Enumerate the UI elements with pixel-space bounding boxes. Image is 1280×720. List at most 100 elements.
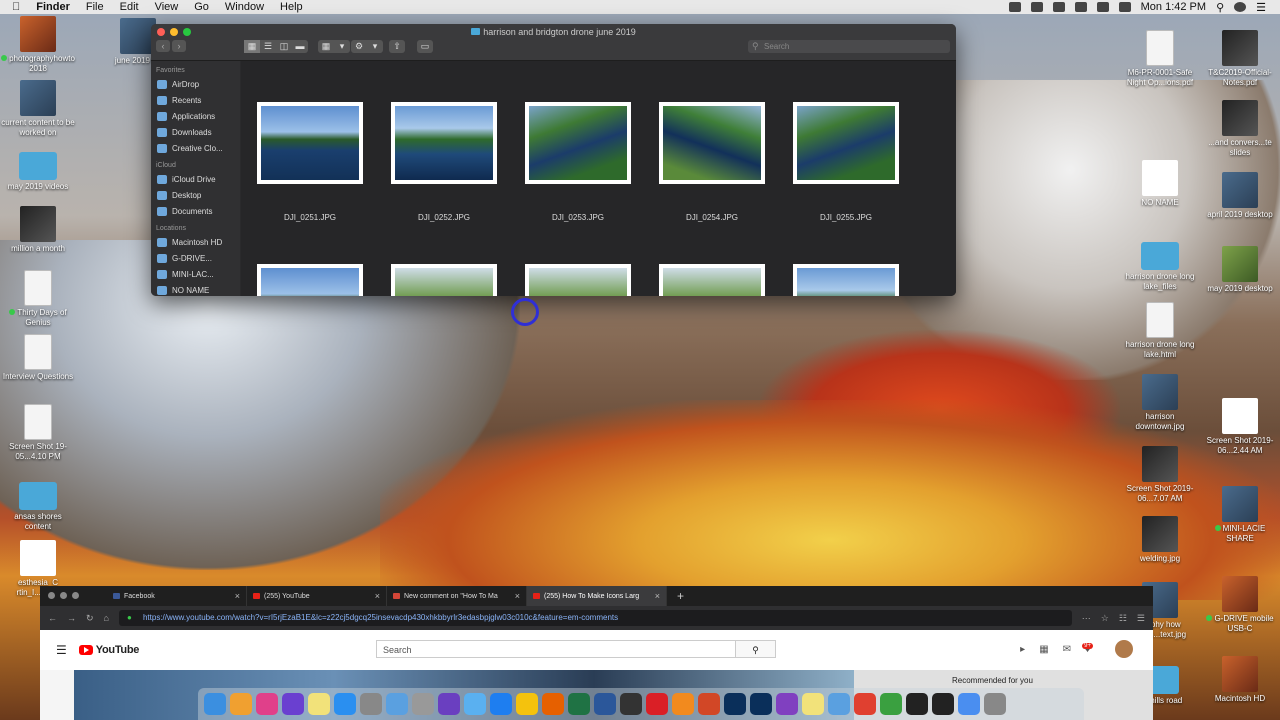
file-item[interactable] (525, 264, 631, 296)
desktop-icon[interactable]: harrison drone long lake_files (1122, 236, 1198, 292)
new-tab-button[interactable]: + (667, 586, 694, 606)
apps-grid-icon[interactable]: ▦ (1039, 644, 1048, 655)
file-item[interactable]: DJI_0252.JPG (391, 102, 497, 222)
desktop-icon[interactable]: ...and convers...te slides (1202, 100, 1278, 158)
dock-app-photoshop-icon[interactable] (750, 693, 772, 715)
sidebar-item-location-0[interactable]: Macintosh HD (151, 234, 240, 250)
desktop-icon[interactable]: current content to be worked on (0, 80, 76, 138)
desktop-icon[interactable]: million a month (0, 206, 76, 254)
dock-app-firefox-icon[interactable] (542, 693, 564, 715)
dock-app-preview-icon[interactable] (828, 693, 850, 715)
browser-tab[interactable]: (255) YouTube × (247, 586, 387, 606)
desktop-icon[interactable]: MINI-LACIE SHARE (1202, 486, 1278, 544)
menu-view[interactable]: View (147, 1, 187, 13)
apple-menu-icon[interactable]:  (0, 1, 28, 13)
desktop-icon[interactable]: ansas shores content (0, 476, 76, 532)
dock-app-imovie-icon[interactable] (438, 693, 460, 715)
volume-tray-icon[interactable] (1096, 2, 1109, 12)
avatar[interactable] (1115, 640, 1133, 658)
desktop-icon[interactable]: Screen Shot 19-05...4.10 PM (0, 404, 76, 462)
sidebar-item-favorite-4[interactable]: Creative Clo... (151, 140, 240, 156)
sidebar-item-location-1[interactable]: G-DRIVE... (151, 250, 240, 266)
desktop-icon[interactable]: Screen Shot 2019-06...7.07 AM (1122, 446, 1198, 504)
sidebar-item-favorite-1[interactable]: Recents (151, 92, 240, 108)
sidebar-item-location-3[interactable]: NO NAME (151, 282, 240, 296)
desktop-icon[interactable]: photographyhowto 2018 (0, 16, 76, 74)
menu-help[interactable]: Help (272, 1, 311, 13)
desktop-icon[interactable]: G-DRIVE mobile USB-C (1202, 576, 1278, 634)
zoom-button[interactable] (72, 592, 79, 599)
sidebar-item-favorite-0[interactable]: AirDrop (151, 76, 240, 92)
finder-titlebar[interactable]: harrison and bridgton drone june 2019 ‹ … (151, 24, 956, 61)
file-item[interactable]: DJI_0251.JPG (257, 102, 363, 222)
close-button[interactable] (48, 592, 55, 599)
file-item[interactable]: DJI_0255.JPG (793, 102, 899, 222)
dock-app-powerpoint-icon[interactable] (698, 693, 720, 715)
forward-arrow-icon[interactable]: → (67, 613, 76, 623)
reload-icon[interactable]: ↻ (86, 613, 94, 624)
desktop-icon[interactable]: T&C2019-Official-Notes.pdf (1202, 30, 1278, 88)
browser-tab[interactable]: New comment on "How To Ma × (387, 586, 527, 606)
back-arrow-icon[interactable]: ← (48, 613, 57, 623)
menu-clock[interactable]: Mon 1:42 PM (1141, 1, 1206, 13)
dock-app-screen-recorder-icon[interactable] (776, 693, 798, 715)
dropbox-tray-icon[interactable] (1030, 2, 1043, 12)
forward-button[interactable]: › (172, 40, 186, 52)
dock-app-evs-icon[interactable] (620, 693, 642, 715)
wifi-tray-icon[interactable] (1074, 2, 1087, 12)
sidebar-item-icloud-0[interactable]: iCloud Drive (151, 171, 240, 187)
library-icon[interactable]: ☷ (1119, 613, 1127, 624)
tags-button[interactable]: ▭ (417, 40, 433, 53)
file-item[interactable] (793, 264, 899, 296)
dock-app-creative-cloud-icon[interactable] (646, 693, 668, 715)
spotlight-icon[interactable]: ⚲ (1216, 1, 1224, 14)
dock-app-globe-icon[interactable] (880, 693, 902, 715)
hamburger-menu-icon[interactable]: ☰ (56, 643, 67, 657)
menu-icon[interactable]: ☰ (1137, 613, 1145, 624)
menu-file[interactable]: File (78, 1, 112, 13)
browser-tab[interactable]: Facebook × (107, 586, 247, 606)
desktop-icon[interactable]: harrison downtown.jpg (1122, 374, 1198, 432)
desktop-icon[interactable]: Interview Questions (0, 334, 76, 382)
notifications-bell-icon[interactable]: ♦9+ (1082, 642, 1101, 655)
close-tab-icon[interactable]: × (515, 591, 520, 601)
desktop-icon[interactable]: april 2019 desktop (1202, 172, 1278, 220)
dock-app-chrome-icon[interactable] (516, 693, 538, 715)
close-tab-icon[interactable]: × (235, 591, 240, 601)
create-video-icon[interactable]: ▸ (1020, 644, 1025, 655)
file-item[interactable]: DJI_0253.JPG (525, 102, 631, 222)
file-item[interactable] (257, 264, 363, 296)
dock-app-terminal-icon[interactable] (932, 693, 954, 715)
dock-app-mail-icon[interactable] (464, 693, 486, 715)
menu-edit[interactable]: Edit (112, 1, 147, 13)
creative-cloud-tray-icon[interactable] (1008, 2, 1021, 12)
file-item[interactable] (659, 264, 765, 296)
bookmark-star-icon[interactable]: ☆ (1101, 613, 1109, 624)
desktop-icon[interactable]: may 2019 desktop (1202, 246, 1278, 294)
dock-app-calendar-icon[interactable] (854, 693, 876, 715)
notification-center-icon[interactable]: ☰ (1256, 1, 1266, 14)
address-bar[interactable]: ● https://www.youtube.com/watch?v=rI5rjE… (118, 610, 1072, 626)
user-tray-icon[interactable] (1234, 2, 1247, 12)
dock-app-notes-icon[interactable] (308, 693, 330, 715)
dock-app-photos-icon[interactable] (230, 693, 252, 715)
sidebar-item-location-2[interactable]: MINI-LAC... (151, 266, 240, 282)
group-by-menu[interactable]: ▦ ▾ (318, 40, 350, 53)
dock-app-download-icon[interactable] (958, 693, 980, 715)
page-actions-icon[interactable]: ⋯ (1082, 613, 1091, 624)
desktop-icon[interactable]: M6-PR-0001-Safe Night Op...ions.pdf (1122, 30, 1198, 88)
desktop-icon[interactable]: NO NAME (1122, 160, 1198, 208)
desktop-icon[interactable]: Thirty Days of Genius (0, 270, 76, 328)
dock-app-safari-icon[interactable] (490, 693, 512, 715)
minimize-button[interactable] (60, 592, 67, 599)
desktop-icon[interactable]: welding.jpg (1122, 516, 1198, 564)
menu-app-name[interactable]: Finder (28, 1, 78, 13)
sidebar-item-favorite-2[interactable]: Applications (151, 108, 240, 124)
finder-search-field[interactable]: ⚲ Search (748, 40, 950, 53)
desktop-icon[interactable]: may 2019 videos (0, 146, 76, 192)
dock-app-obs-icon[interactable] (906, 693, 928, 715)
sidebar-item-icloud-1[interactable]: Desktop (151, 187, 240, 203)
file-item[interactable] (391, 264, 497, 296)
youtube-search-input[interactable]: Search (376, 640, 736, 658)
dock-app-app-store-icon[interactable] (334, 693, 356, 715)
